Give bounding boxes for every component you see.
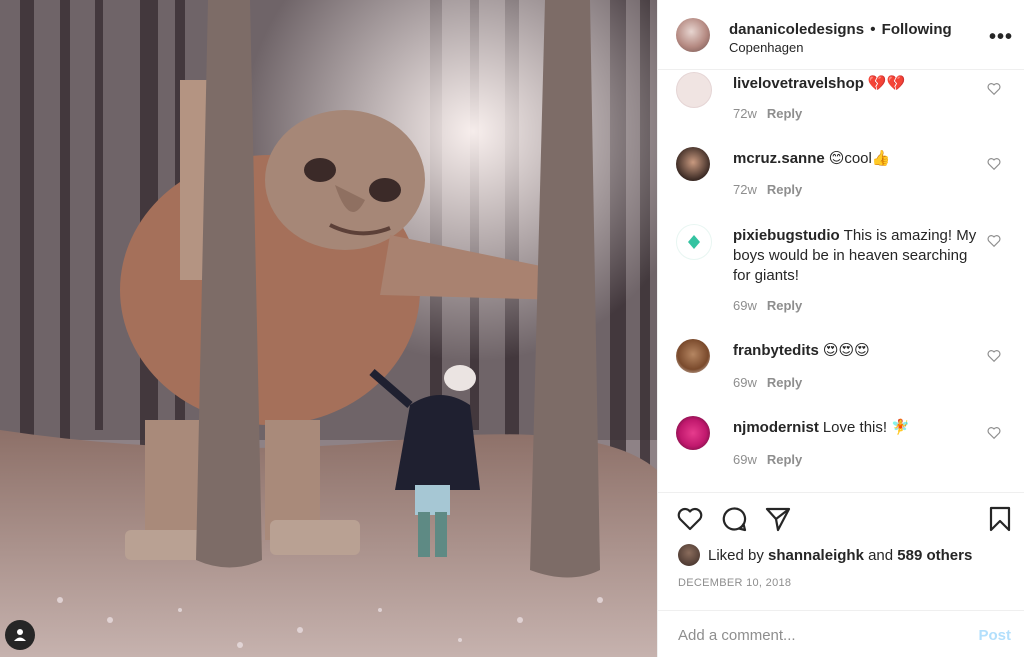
comment-meta: 69w Reply bbox=[733, 375, 802, 390]
comment-body: Love this! 🧚 bbox=[822, 419, 910, 436]
comment-body: 😊cool👍 bbox=[828, 150, 891, 167]
action-bar bbox=[658, 492, 1024, 548]
commenter-avatar[interactable] bbox=[676, 72, 712, 108]
comment-like-icon[interactable] bbox=[987, 157, 1001, 171]
comment-age: 69w bbox=[733, 375, 757, 390]
reply-button[interactable]: Reply bbox=[767, 298, 802, 313]
reply-button[interactable]: Reply bbox=[767, 452, 802, 467]
tagged-user-button[interactable] bbox=[5, 620, 35, 650]
follow-status-button[interactable]: Following bbox=[882, 21, 952, 38]
post-header: dananicoledesigns • Following Copenhagen… bbox=[658, 0, 1024, 70]
commenter-username[interactable]: mcruz.sanne bbox=[733, 150, 825, 167]
comment-meta: 72w Reply bbox=[733, 106, 802, 121]
commenter-avatar[interactable] bbox=[676, 224, 712, 260]
comment-body: 💔💔 bbox=[867, 75, 906, 92]
pixie-logo-icon bbox=[688, 235, 700, 249]
forest-troll-photo bbox=[0, 0, 657, 657]
comment-text: njmodernist Love this! 🧚 bbox=[733, 418, 983, 438]
author-avatar[interactable] bbox=[676, 18, 710, 52]
post-comment-button[interactable]: Post bbox=[978, 627, 1011, 644]
comment-icon[interactable] bbox=[720, 505, 748, 533]
share-icon[interactable] bbox=[764, 505, 792, 533]
more-options-icon[interactable]: ••• bbox=[989, 26, 1013, 49]
commenter-username[interactable]: franbytedits bbox=[733, 342, 819, 359]
comment-text: franbytedits 😍😍😍 bbox=[733, 341, 983, 361]
comment-like-icon[interactable] bbox=[987, 426, 1001, 440]
reply-button[interactable]: Reply bbox=[767, 106, 802, 121]
comment-age: 72w bbox=[733, 106, 757, 121]
post-photo[interactable] bbox=[0, 0, 657, 657]
post-date: DECEMBER 10, 2018 bbox=[678, 577, 792, 589]
reply-button[interactable]: Reply bbox=[767, 375, 802, 390]
add-comment-bar: Post bbox=[658, 610, 1024, 657]
bookmark-icon[interactable] bbox=[986, 505, 1014, 533]
comment-text: pixiebugstudio This is amazing! My boys w… bbox=[733, 226, 983, 286]
comment-text: livelovetravelshop 💔💔 bbox=[733, 74, 983, 94]
comment-body: 😍😍😍 bbox=[822, 342, 870, 359]
comments-list[interactable]: livelovetravelshop 💔💔 72w Reply mcruz.sann… bbox=[658, 70, 1024, 490]
commenter-avatar[interactable] bbox=[676, 339, 710, 373]
likes-conjunction: and bbox=[868, 546, 894, 564]
reply-button[interactable]: Reply bbox=[767, 182, 802, 197]
comment-age: 72w bbox=[733, 182, 757, 197]
heart-icon[interactable] bbox=[676, 505, 704, 533]
comment-age: 69w bbox=[733, 452, 757, 467]
user-icon bbox=[14, 629, 26, 641]
comment-meta: 72w Reply bbox=[733, 182, 802, 197]
author-line: dananicoledesigns • Following bbox=[729, 21, 952, 38]
commenter-username[interactable]: njmodernist bbox=[733, 419, 819, 436]
comment-like-icon[interactable] bbox=[987, 82, 1001, 96]
likes-prefix: Liked by bbox=[708, 546, 764, 564]
likes-count-link[interactable]: 589 others bbox=[897, 547, 972, 564]
author-username[interactable]: dananicoledesigns bbox=[729, 21, 864, 38]
post-side-panel: dananicoledesigns • Following Copenhagen… bbox=[657, 0, 1024, 657]
comment-meta: 69w Reply bbox=[733, 298, 802, 313]
commenter-username[interactable]: pixiebugstudio bbox=[733, 227, 840, 244]
post-location[interactable]: Copenhagen bbox=[729, 40, 803, 55]
separator-dot: • bbox=[870, 21, 876, 38]
commenter-username[interactable]: livelovetravelshop bbox=[733, 75, 864, 92]
commenter-avatar[interactable] bbox=[676, 416, 710, 450]
liker-avatar[interactable] bbox=[678, 544, 700, 566]
comment-like-icon[interactable] bbox=[987, 349, 1001, 363]
liker-username[interactable]: shannaleighk bbox=[768, 547, 864, 564]
comment-meta: 69w Reply bbox=[733, 452, 802, 467]
commenter-avatar[interactable] bbox=[676, 147, 710, 181]
likes-summary: Liked by shannaleighk and 589 others bbox=[678, 543, 972, 567]
comment-text: mcruz.sanne 😊cool👍 bbox=[733, 149, 983, 169]
comment-like-icon[interactable] bbox=[987, 234, 1001, 248]
comment-age: 69w bbox=[733, 298, 757, 313]
comment-input[interactable] bbox=[676, 623, 960, 647]
